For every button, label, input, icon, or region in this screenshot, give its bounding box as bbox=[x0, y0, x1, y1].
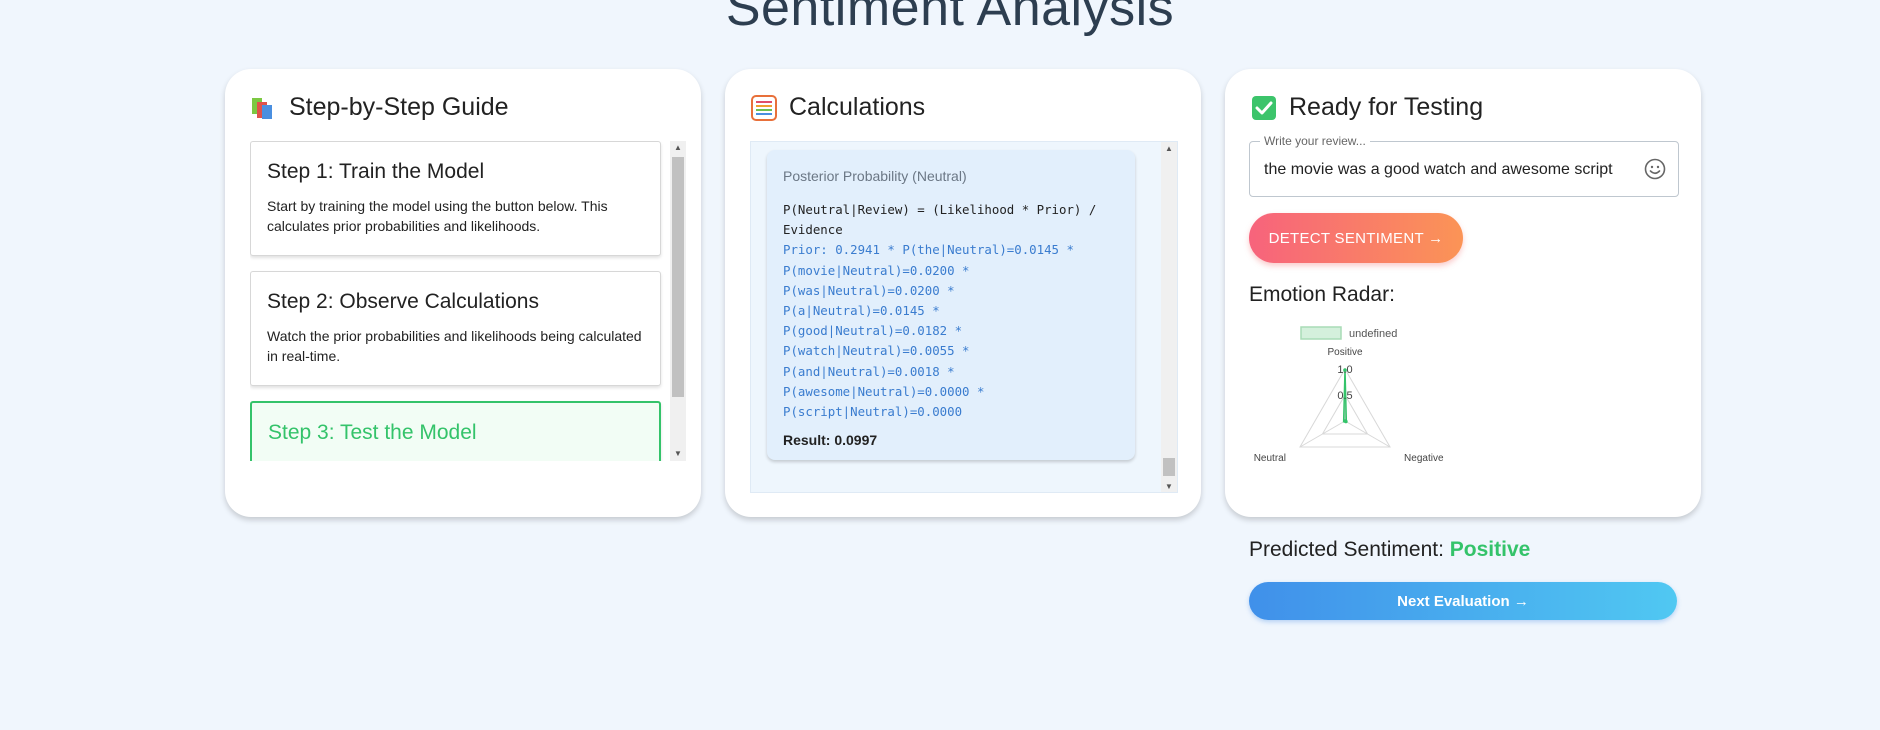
radar-tick-label: 1.0 bbox=[1337, 364, 1352, 376]
books-icon bbox=[251, 95, 277, 121]
step-card-1: Step 1: Train the Model Start by trainin… bbox=[250, 141, 661, 256]
emotion-radar-title: Emotion Radar: bbox=[1249, 283, 1395, 306]
detail-line: Prior: 0.2941 * P(the|Neutral)=0.0145 * bbox=[783, 242, 1074, 258]
calculations-title: Calculations bbox=[789, 93, 926, 121]
guide-scrollbar[interactable]: ▲ ▼ bbox=[670, 141, 686, 461]
radar-data-point bbox=[1343, 419, 1347, 423]
legend-swatch bbox=[1300, 326, 1342, 340]
detail-line: P(was|Neutral)=0.0200 * bbox=[783, 282, 955, 298]
guide-title: Step-by-Step Guide bbox=[289, 93, 509, 121]
predicted-sentiment: Predicted Sentiment: Positive bbox=[1249, 538, 1530, 562]
predicted-label: Predicted Sentiment: bbox=[1249, 538, 1444, 561]
posterior-box: Posterior Probability (Neutral) P(Neutra… bbox=[767, 150, 1135, 460]
next-evaluation-button[interactable]: Next Evaluation → bbox=[1249, 582, 1677, 620]
formula-line: P(Neutral|Review) = (Likelihood * Prior)… bbox=[783, 202, 1097, 217]
predicted-value: Positive bbox=[1449, 538, 1531, 561]
guide-header: Step-by-Step Guide bbox=[251, 93, 509, 122]
calculations-header: Calculations bbox=[751, 93, 925, 122]
scroll-thumb[interactable] bbox=[1163, 458, 1175, 476]
detail-line: P(watch|Neutral)=0.0055 * bbox=[783, 343, 970, 359]
testing-title: Ready for Testing bbox=[1289, 93, 1484, 121]
review-input-value[interactable]: the movie was a good watch and awesome s… bbox=[1264, 161, 1613, 179]
emotion-radar-chart: undefined 1.0 0.5 Positive Negative Neutral bbox=[1254, 326, 1444, 464]
calculations-scrollbar[interactable]: ▲ ▼ bbox=[1161, 142, 1177, 492]
testing-card: Ready for Testing Write your review... t… bbox=[1225, 69, 1701, 517]
legend-label: undefined bbox=[1349, 328, 1397, 340]
detail-line: P(movie|Neutral)=0.0200 * bbox=[783, 262, 970, 278]
scroll-thumb[interactable] bbox=[672, 157, 684, 397]
detail-line: P(awesome|Neutral)=0.0000 * bbox=[783, 383, 985, 399]
check-box-icon bbox=[1251, 95, 1277, 121]
calculations-card: Calculations Posterior Probability (Neut… bbox=[725, 69, 1201, 517]
scroll-up-arrow-icon[interactable]: ▲ bbox=[1161, 142, 1177, 156]
formula-line: Evidence bbox=[783, 222, 843, 238]
radar-axis-label: Positive bbox=[1327, 347, 1362, 358]
scroll-up-arrow-icon[interactable]: ▲ bbox=[670, 141, 686, 155]
step-text: Start by training the model using the bu… bbox=[267, 198, 608, 234]
emoji-icon[interactable] bbox=[1644, 158, 1666, 180]
detail-line: P(a|Neutral)=0.0145 * bbox=[783, 303, 940, 319]
step-card-2: Step 2: Observe Calculations Watch the p… bbox=[250, 271, 661, 386]
step-title: Step 3: Test the Model bbox=[268, 421, 477, 444]
step-card-3-active: Step 3: Test the Model bbox=[250, 401, 661, 461]
abacus-icon bbox=[751, 94, 777, 121]
detail-line: P(script|Neutral)=0.0000 bbox=[783, 404, 963, 420]
step-title: Step 1: Train the Model bbox=[267, 160, 485, 183]
scroll-down-arrow-icon[interactable]: ▼ bbox=[670, 447, 686, 461]
guide-card: Step-by-Step Guide Step 1: Train the Mod… bbox=[225, 69, 701, 517]
radar-axis-label: Negative bbox=[1404, 453, 1444, 464]
radar-tick-label: 0.5 bbox=[1337, 390, 1352, 402]
page-title: Sentiment Analysis bbox=[725, 0, 1175, 37]
step-title: Step 2: Observe Calculations bbox=[267, 290, 539, 313]
result-text: Result: 0.0997 bbox=[783, 432, 878, 449]
step-text: Watch the prior probabilities and likeli… bbox=[267, 328, 642, 364]
detail-line: P(and|Neutral)=0.0018 * bbox=[783, 363, 955, 379]
testing-header: Ready for Testing bbox=[1251, 93, 1483, 122]
detect-sentiment-button[interactable]: DETECT SENTIMENT → bbox=[1249, 213, 1463, 263]
radar-axis-label: Neutral bbox=[1254, 453, 1286, 464]
calculations-scroll-area[interactable]: Posterior Probability (Neutral) P(Neutra… bbox=[750, 141, 1178, 493]
posterior-title: Posterior Probability (Neutral) bbox=[783, 168, 967, 184]
review-input-label: Write your review... bbox=[1260, 134, 1370, 148]
scroll-down-arrow-icon[interactable]: ▼ bbox=[1161, 480, 1177, 492]
review-input[interactable]: Write your review... the movie was a goo… bbox=[1249, 134, 1679, 197]
guide-scroll-area[interactable]: Step 1: Train the Model Start by trainin… bbox=[250, 141, 686, 461]
detail-line: P(good|Neutral)=0.0182 * bbox=[783, 323, 963, 339]
